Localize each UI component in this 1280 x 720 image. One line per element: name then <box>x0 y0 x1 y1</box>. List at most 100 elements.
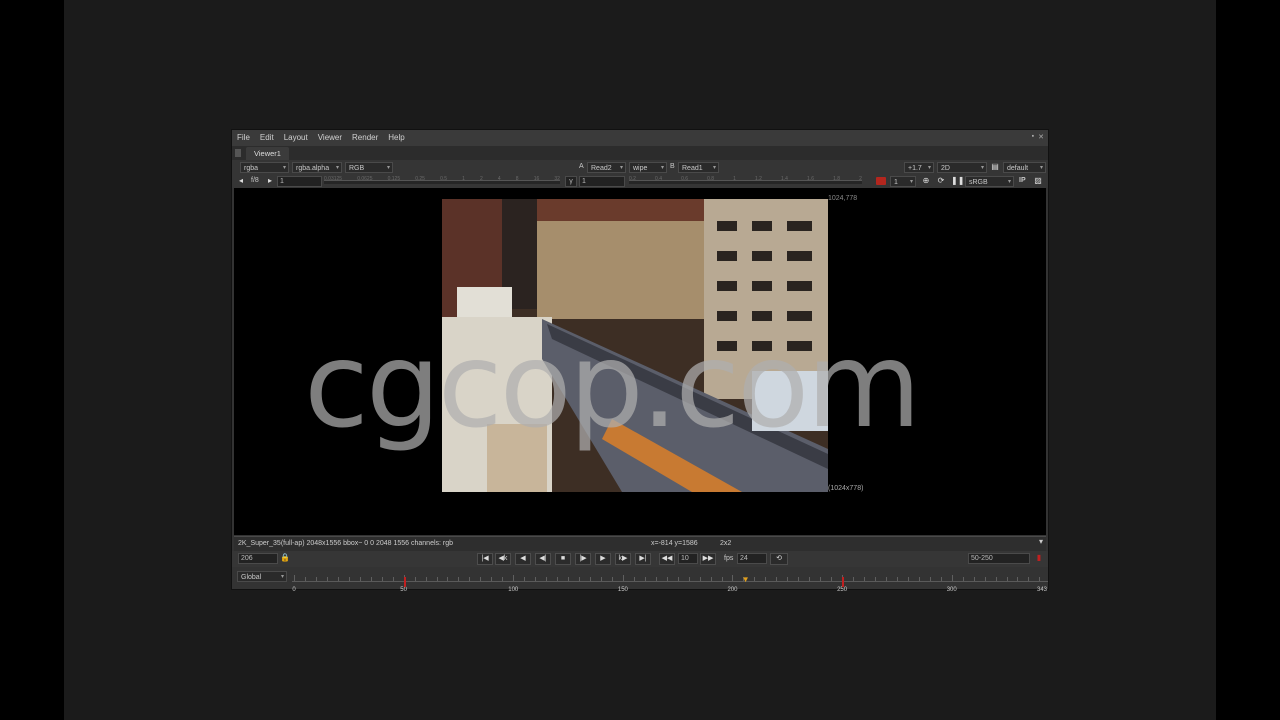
nuke-window: File Edit Layout Viewer Render Help ▪ ✕ … <box>231 129 1049 593</box>
timeline-tick <box>864 577 866 581</box>
timeline-tick <box>589 577 591 581</box>
menu-render[interactable]: Render <box>347 130 383 146</box>
timeline-tick <box>973 577 975 581</box>
timeline-tick <box>787 577 789 581</box>
viewer-settings-icon[interactable]: ▤ <box>990 162 1000 172</box>
next-keyframe-button[interactable]: k▶ <box>615 553 631 565</box>
timeline-tick-label: 100 <box>508 587 519 593</box>
wipe-mode-dropdown[interactable]: wipe <box>629 161 667 173</box>
timeline-tick <box>809 577 811 581</box>
timeline-tick <box>458 577 460 581</box>
viewer-canvas[interactable]: 1024,778 (1024x778) cgcop.com <box>234 188 1046 535</box>
alpha-channel-dropdown[interactable]: rgba.alpha <box>292 161 342 173</box>
timeline-tick <box>1039 577 1041 581</box>
timeline-tick-label: 300 <box>946 587 957 593</box>
gamma-toggle[interactable]: γ <box>565 175 577 187</box>
fps-field[interactable]: 24 <box>737 553 767 564</box>
gain-slider[interactable]: 0.03125 0.0625 0.125 0.25 0.5 1 2 4 8 16 32 <box>324 176 560 184</box>
gamma-field[interactable]: 1 <box>579 175 625 187</box>
timeline-tick <box>425 577 427 581</box>
pane-grip-icon[interactable] <box>235 149 241 157</box>
menu-file[interactable]: File <box>232 130 255 146</box>
format-info: 2K_Super_35(full-ap) 2048x1556 bbox~ 0 0… <box>238 540 454 547</box>
timeline-tick <box>798 577 800 581</box>
float-icon[interactable]: ▪ <box>1032 133 1034 141</box>
gamma-slider[interactable]: 0.2 0.4 0.6 0.8 1 1.2 1.4 1.6 1.8 2 <box>629 176 862 184</box>
close-icon[interactable]: ✕ <box>1038 133 1044 141</box>
timeline-tick <box>469 577 471 581</box>
skip-forward-button[interactable]: ▶▶ <box>700 553 716 565</box>
timeline-tick <box>502 577 504 581</box>
prev-frame-button[interactable]: ◀ <box>515 553 531 565</box>
loop-mode-icon[interactable]: ⟲ <box>770 553 788 565</box>
checkerboard-icon[interactable]: ▨ <box>1033 176 1043 186</box>
tab-row: Viewer1 <box>232 146 1048 160</box>
frame-increment-field[interactable]: 10 <box>678 553 698 564</box>
timeline-scale[interactable]: 0 50 100 150 200 250 300 343 ▼ <box>292 575 1048 593</box>
timeline-tick <box>348 577 350 581</box>
keyframe-marker[interactable] <box>403 577 406 587</box>
keyframe-marker[interactable] <box>842 577 845 587</box>
input-process-button[interactable]: IP <box>1019 175 1026 187</box>
fstop-down-icon[interactable]: ◂ <box>236 176 246 186</box>
gain-field[interactable]: 1 <box>277 175 322 187</box>
menu-help[interactable]: Help <box>383 130 409 146</box>
menu-bar: File Edit Layout Viewer Render Help ▪ ✕ <box>232 130 1048 146</box>
colorspace-dropdown[interactable]: sRGB <box>965 175 1014 187</box>
menu-edit[interactable]: Edit <box>255 130 279 146</box>
menu-layout[interactable]: Layout <box>279 130 313 146</box>
stop-button[interactable]: ■ <box>555 553 571 565</box>
fstop-label[interactable]: f/8 <box>251 175 259 187</box>
playhead-marker[interactable]: ▼ <box>742 575 750 584</box>
timeline-tick <box>1028 577 1030 581</box>
timeline-tick <box>381 577 383 581</box>
prev-keyframe-button[interactable]: ◀k <box>495 553 511 565</box>
view-mode-dropdown[interactable]: 2D <box>937 161 987 173</box>
channels-dropdown[interactable]: rgba <box>240 161 289 173</box>
timeline-tick <box>918 577 920 581</box>
timeline-tick <box>359 577 361 581</box>
timeline-tick <box>294 575 295 581</box>
range-lock-icon[interactable]: ▮ <box>1034 553 1044 563</box>
input-a-dropdown[interactable]: Read2 <box>587 161 626 173</box>
pause-icon[interactable]: ❚❚ <box>951 176 964 186</box>
menu-viewer[interactable]: Viewer <box>313 130 347 146</box>
play-backward-button[interactable]: ◀| <box>535 553 551 565</box>
timeline-tick <box>436 577 438 581</box>
first-frame-button[interactable]: |◀ <box>477 553 493 565</box>
timeline-tick <box>885 577 887 581</box>
timeline-tick <box>315 577 317 581</box>
lock-icon[interactable]: 🔒 <box>280 553 290 563</box>
timeline-tick <box>907 577 909 581</box>
input-b-label: B <box>670 163 675 170</box>
frame-range-field[interactable]: 50-250 <box>968 553 1030 564</box>
input-b-dropdown[interactable]: Read1 <box>678 161 719 173</box>
current-frame-field[interactable]: 206 <box>238 553 278 564</box>
gain-dropdown[interactable]: +1.7 <box>904 161 934 173</box>
display-channel-dropdown[interactable]: RGB <box>345 161 393 173</box>
timeline-tick <box>568 577 570 581</box>
timeline-scope-dropdown[interactable]: Global <box>237 571 287 582</box>
timeline-tick <box>633 577 635 581</box>
timeline-tick-label: 150 <box>617 587 628 593</box>
cursor-coordinates: x=-814 y=1586 <box>651 540 698 547</box>
timeline-tick <box>655 577 657 581</box>
fstop-up-icon[interactable]: ▸ <box>265 176 275 186</box>
format-corner-bottom-right: (1024x778) <box>828 485 864 492</box>
timeline[interactable]: Global 0 50 100 150 200 250 300 343 ▼ <box>232 567 1048 593</box>
last-frame-button[interactable]: ▶| <box>635 553 651 565</box>
timeline-tick <box>337 577 339 581</box>
tab-viewer1[interactable]: Viewer1 <box>246 147 289 160</box>
lut-dropdown[interactable]: default <box>1003 161 1046 173</box>
play-forward-button[interactable]: |▶ <box>575 553 591 565</box>
pixel-zoom: 2x2 <box>720 540 732 547</box>
next-frame-button[interactable]: ▶ <box>595 553 611 565</box>
refresh-icon[interactable]: ⟳ <box>936 176 946 186</box>
record-icon[interactable] <box>876 177 886 185</box>
info-expand-icon[interactable]: ▾ <box>1039 537 1043 546</box>
skip-back-button[interactable]: ◀◀ <box>659 553 675 565</box>
timeline-tick <box>962 577 964 581</box>
format-corner-top-right: 1024,778 <box>828 195 858 202</box>
roi-icon[interactable]: ⊕ <box>921 176 931 186</box>
proxy-dropdown[interactable]: 1 <box>890 175 916 187</box>
